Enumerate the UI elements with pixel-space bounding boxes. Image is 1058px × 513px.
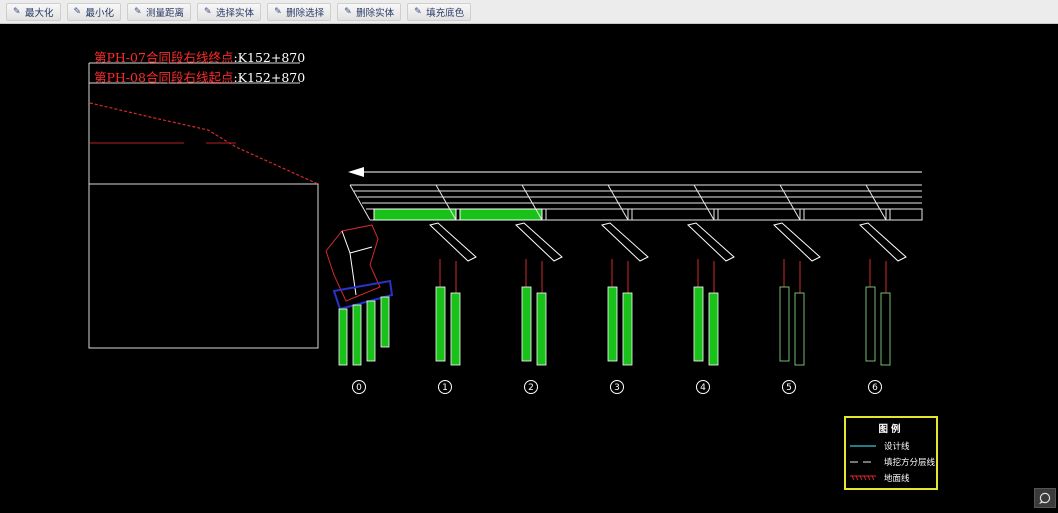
chat-icon <box>1039 492 1051 504</box>
station-annotation-start: 第PH-08合同段右线起点:K152+870 <box>94 70 306 85</box>
pen-icon: ✎ <box>344 6 352 17</box>
pen-icon: ✎ <box>274 6 282 17</box>
pen-icon: ✎ <box>13 6 21 17</box>
legend-item-ground-line: 地面线 <box>850 472 936 484</box>
pen-icon: ✎ <box>204 6 212 17</box>
station-annotation-end: 第PH-07合同段右线终点:K152+870 <box>94 50 306 65</box>
embankment-section <box>88 62 319 349</box>
delete-selection-button[interactable]: ✎ 删除选择 <box>267 2 332 21</box>
pier-1 <box>428 222 477 366</box>
fill-background-button[interactable]: ✎ 填充底色 <box>407 2 472 21</box>
delete-entity-button[interactable]: ✎ 删除实体 <box>337 2 402 21</box>
legend-item-design-line: 设计线 <box>850 440 936 452</box>
measure-distance-button[interactable]: ✎ 测量距离 <box>127 2 192 21</box>
pier-number-label: 2 <box>524 380 538 394</box>
pier-number-label: 3 <box>610 380 624 394</box>
direction-arrow <box>348 167 922 177</box>
legend-title: 图例 <box>878 424 904 435</box>
maximize-button[interactable]: ✎ 最大化 <box>6 2 61 21</box>
bridge-deck <box>349 184 923 221</box>
pier-number-label: 1 <box>438 380 452 394</box>
abutment <box>325 224 394 366</box>
pier-4 <box>686 222 735 366</box>
pier-2 <box>514 222 563 366</box>
layer-line-icon <box>850 461 876 463</box>
minimize-button[interactable]: ✎ 最小化 <box>66 2 122 21</box>
legend: 图例 设计线 填挖方分层线 地面线 <box>844 416 938 490</box>
pier-5 <box>772 222 821 366</box>
pier-3 <box>600 222 649 366</box>
pen-icon: ✎ <box>414 6 422 17</box>
pier-number-label: 4 <box>696 380 710 394</box>
pen-icon: ✎ <box>73 6 82 17</box>
legend-item-layer-line: 填挖方分层线 <box>850 456 936 468</box>
chat-button[interactable] <box>1034 488 1056 508</box>
pier-number-label: 0 <box>352 380 366 394</box>
pier-6 <box>858 222 907 366</box>
toolbar: ✎ 最大化 ✎ 最小化 ✎ 测量距离 ✎ 选择实体 ✎ 删除选择 ✎ 删除实体 ✎ 填充底色 <box>0 0 1058 24</box>
ground-line-icon <box>850 475 876 481</box>
design-line-icon <box>850 445 876 447</box>
pier-number-label: 5 <box>782 380 796 394</box>
pen-icon: ✎ <box>134 6 142 17</box>
select-entity-button[interactable]: ✎ 选择实体 <box>197 2 262 21</box>
pier-number-label: 6 <box>868 380 882 394</box>
